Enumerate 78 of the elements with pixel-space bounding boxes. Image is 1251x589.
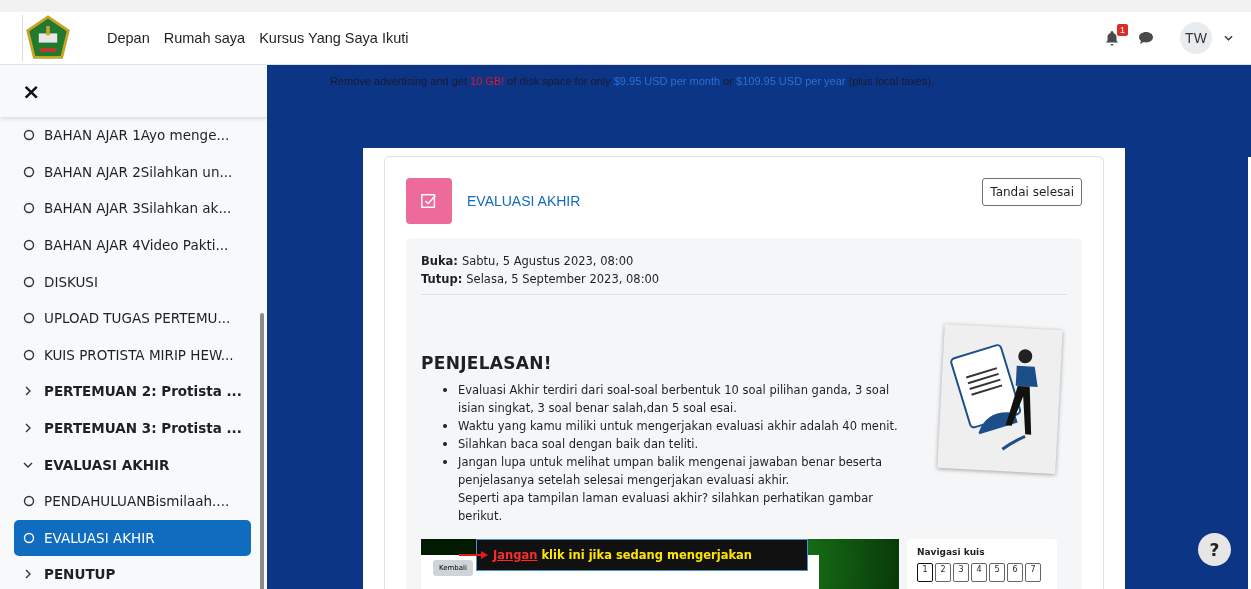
question-number[interactable]: 1: [917, 563, 933, 582]
question-number[interactable]: 5: [989, 563, 1005, 582]
bullet-text: Jangan lupa untuk melihat umpan balik mengenai jawaban benar beserta penjelasanya setelah selesai mengerjakan evaluasi akhir.: [458, 454, 884, 489]
quiz-icon: [406, 178, 452, 224]
item-label: KUIS PROTISTA MIRIP HEW...: [44, 346, 234, 363]
bullet-text: Silahkan baca soal dengan baik dan teliti.: [458, 436, 699, 453]
section-label: PERTEMUAN 2: Protista ...: [44, 383, 242, 400]
help-button[interactable]: ?: [1198, 533, 1231, 566]
mark-done-button[interactable]: Tandai selesai: [982, 178, 1082, 206]
bullet-dot: [443, 460, 447, 464]
course-section-item[interactable]: PERTEMUAN 2: Protista ...: [14, 373, 251, 410]
item-label: BAHAN AJAR 4Video Pakti...: [44, 237, 229, 254]
circle-icon: [23, 312, 35, 325]
bullet-dot: [443, 424, 447, 428]
chevron-icon[interactable]: [23, 423, 33, 434]
chevron-icon[interactable]: [23, 569, 33, 580]
section-label: PERTEMUAN 3: Protista ...: [44, 420, 242, 437]
course-section-item[interactable]: PERTEMUAN 3: Protista ...: [14, 409, 251, 447]
bullet-text: Waktu yang kamu miliki untuk mengerjakan evaluasi akhir adalah 40 menit.: [458, 418, 898, 435]
advertising-notice: Remove advertising and get 10 GB! of disk space for only $9.95 USD per month or $109.95 USD per year (plus local taxes).: [330, 75, 936, 87]
panel-title: Navigasi kuis: [917, 547, 986, 557]
circle-icon: [23, 348, 35, 361]
course-index-item[interactable]: BAHAN AJAR 3Silahkan ak...: [14, 190, 251, 227]
close-button[interactable]: ×: [20, 78, 43, 104]
course-index-item[interactable]: PENDAHULUANBismilaah....: [14, 482, 251, 520]
circle-icon: [23, 129, 35, 142]
arrow-icon: [459, 551, 489, 559]
warning-text: klik ini jika sedang mengerjakan: [541, 548, 752, 562]
item-label: BAHAN AJAR 2Silahkan un...: [44, 163, 233, 180]
section-heading: PENJELASAN!: [421, 353, 553, 373]
question-number[interactable]: 4: [971, 563, 987, 582]
note-text: Seperti apa tampilan laman evaluasi akhir? silahkan perhatikan gambar berikut.: [458, 490, 874, 525]
nav-link[interactable]: Depan: [107, 30, 150, 46]
course-index-item[interactable]: KUIS PROTISTA MIRIP HEW...: [14, 336, 251, 374]
circle-icon: [23, 202, 35, 215]
circle-icon: [23, 531, 35, 544]
chevron-icon[interactable]: [23, 386, 33, 397]
section-label: PENUTUP: [44, 566, 116, 583]
date-value: Sabtu, 5 Agustus 2023, 08:00: [461, 254, 634, 268]
date-label: Buka:: [421, 254, 458, 268]
course-section-item[interactable]: PENUTUP: [14, 556, 251, 589]
chat-bubble-icon[interactable]: [1138, 30, 1154, 46]
question-number[interactable]: 3: [953, 563, 969, 582]
activity-title-link[interactable]: EVALUASI AKHIR: [467, 193, 581, 209]
course-index-item[interactable]: UPLOAD TUGAS PERTEMU...: [14, 299, 251, 337]
question-number[interactable]: 6: [1007, 563, 1023, 582]
course-section-item[interactable]: EVALUASI AKHIR: [14, 446, 251, 483]
question-number[interactable]: 2: [935, 563, 951, 582]
item-label: BAHAN AJAR 3Silahkan ak...: [44, 200, 232, 217]
date-label: Tutup:: [421, 272, 463, 286]
bullet-text: Evaluasi Akhir terdiri dari soal-soal berbentuk 10 soal pilihan ganda, 3 soal isian singkat, 3 soal benar salah,dan 5 soal esai.: [458, 382, 891, 417]
bullet-dot: [443, 442, 447, 446]
chevron-down-icon[interactable]: [1224, 35, 1233, 41]
bullet-dot: [443, 388, 447, 392]
item-label: EVALUASI AKHIR: [44, 529, 155, 546]
course-index-item[interactable]: EVALUASI AKHIR: [14, 519, 251, 557]
item-label: UPLOAD TUGAS PERTEMU...: [44, 310, 231, 327]
course-index-item[interactable]: BAHAN AJAR 2Silahkan un...: [14, 153, 251, 191]
section-label: EVALUASI AKHIR: [44, 456, 170, 473]
date-value: Selasa, 5 September 2023, 08:00: [466, 272, 660, 286]
item-label: DISKUSI: [44, 273, 98, 290]
nav-link[interactable]: Kursus Yang Saya Ikuti: [259, 30, 409, 46]
circle-icon: [23, 495, 35, 508]
course-index-item[interactable]: BAHAN AJAR 4Video Pakti...: [14, 226, 251, 264]
course-index-item[interactable]: BAHAN AJAR 1Ayo menge...: [14, 117, 251, 154]
item-label: PENDAHULUANBismilaah....: [44, 493, 230, 510]
nav-link[interactable]: Rumah saya: [163, 30, 246, 46]
notification-badge: 1: [1117, 24, 1128, 36]
school-logo[interactable]: [22, 15, 71, 61]
warning-word: Jangan: [493, 548, 538, 562]
circle-icon: [23, 275, 35, 288]
circle-icon: [23, 239, 35, 252]
user-avatar[interactable]: TW: [1180, 22, 1212, 54]
question-number[interactable]: 7: [1025, 563, 1041, 582]
item-label: BAHAN AJAR 1Ayo menge...: [44, 127, 230, 144]
course-index-item[interactable]: DISKUSI: [14, 263, 251, 300]
circle-icon: [23, 165, 35, 178]
bell-icon[interactable]: [1104, 30, 1120, 46]
